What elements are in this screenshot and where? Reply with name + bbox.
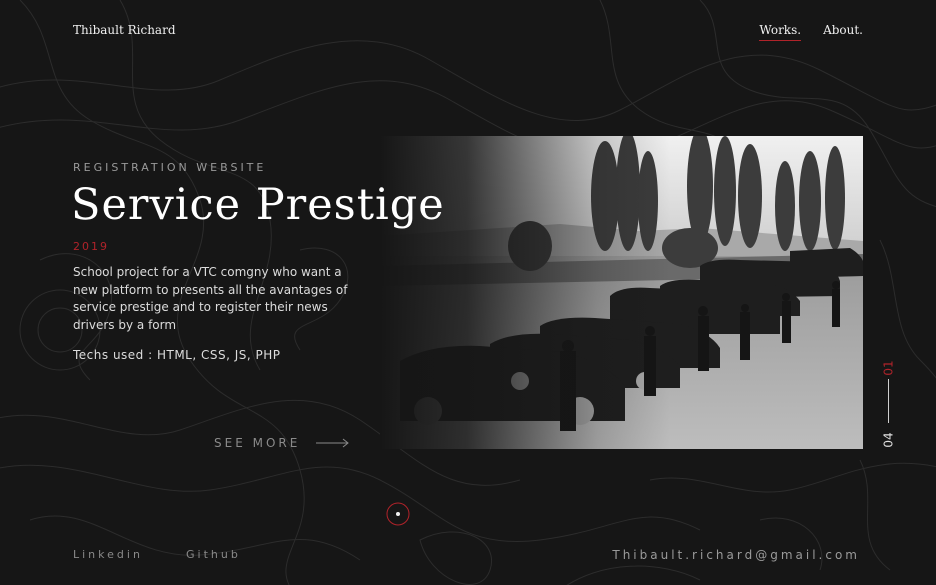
- nav-works[interactable]: Works.: [759, 23, 801, 41]
- counter-divider: [888, 379, 889, 423]
- project-category: REGISTRATION WEBSITE: [73, 161, 267, 174]
- project-year: 2019: [73, 240, 109, 253]
- scroll-indicator-icon[interactable]: [386, 502, 410, 526]
- project-techs: Techs used : HTML, CSS, JS, PHP: [73, 348, 281, 362]
- total-slides: 04: [881, 432, 896, 448]
- project-description: School project for a VTC comgny who want…: [73, 265, 348, 332]
- current-slide: 01: [881, 360, 896, 376]
- email-link[interactable]: Thibault.richard@gmail.com: [612, 548, 860, 562]
- github-link[interactable]: Github: [186, 548, 241, 561]
- project-title: Service Prestige: [71, 180, 445, 230]
- linkedin-link[interactable]: Linkedin: [73, 548, 143, 561]
- brand-name[interactable]: Thibault Richard: [73, 23, 176, 37]
- slide-counter: 01 04: [878, 355, 900, 455]
- see-more-label: SEE MORE: [214, 436, 301, 450]
- main-nav: Works. About.: [759, 23, 863, 41]
- see-more-button[interactable]: SEE MORE: [214, 436, 350, 450]
- nav-about[interactable]: About.: [823, 23, 863, 41]
- arrow-right-icon: [316, 438, 350, 448]
- project-image: [380, 136, 863, 449]
